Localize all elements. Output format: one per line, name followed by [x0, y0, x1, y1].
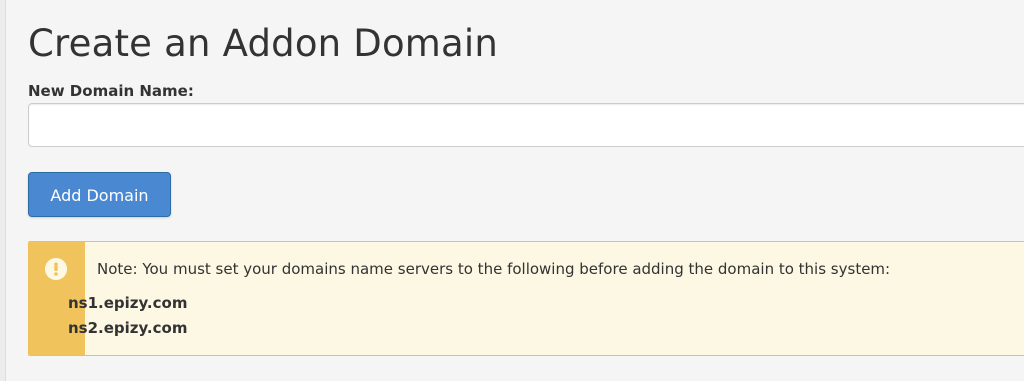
exclamation-circle-icon: [45, 258, 67, 280]
nameserver-2: ns2.epizy.com: [68, 319, 188, 337]
new-domain-input[interactable]: [28, 103, 1024, 147]
nameserver-1: ns1.epizy.com: [68, 294, 188, 312]
notice-text: Note: You must set your domains name ser…: [97, 260, 891, 278]
add-domain-button[interactable]: Add Domain: [28, 172, 171, 217]
new-domain-label: New Domain Name:: [28, 82, 194, 100]
addon-domain-page: Create an Addon Domain New Domain Name: …: [0, 0, 1024, 381]
page-title: Create an Addon Domain: [28, 22, 499, 65]
